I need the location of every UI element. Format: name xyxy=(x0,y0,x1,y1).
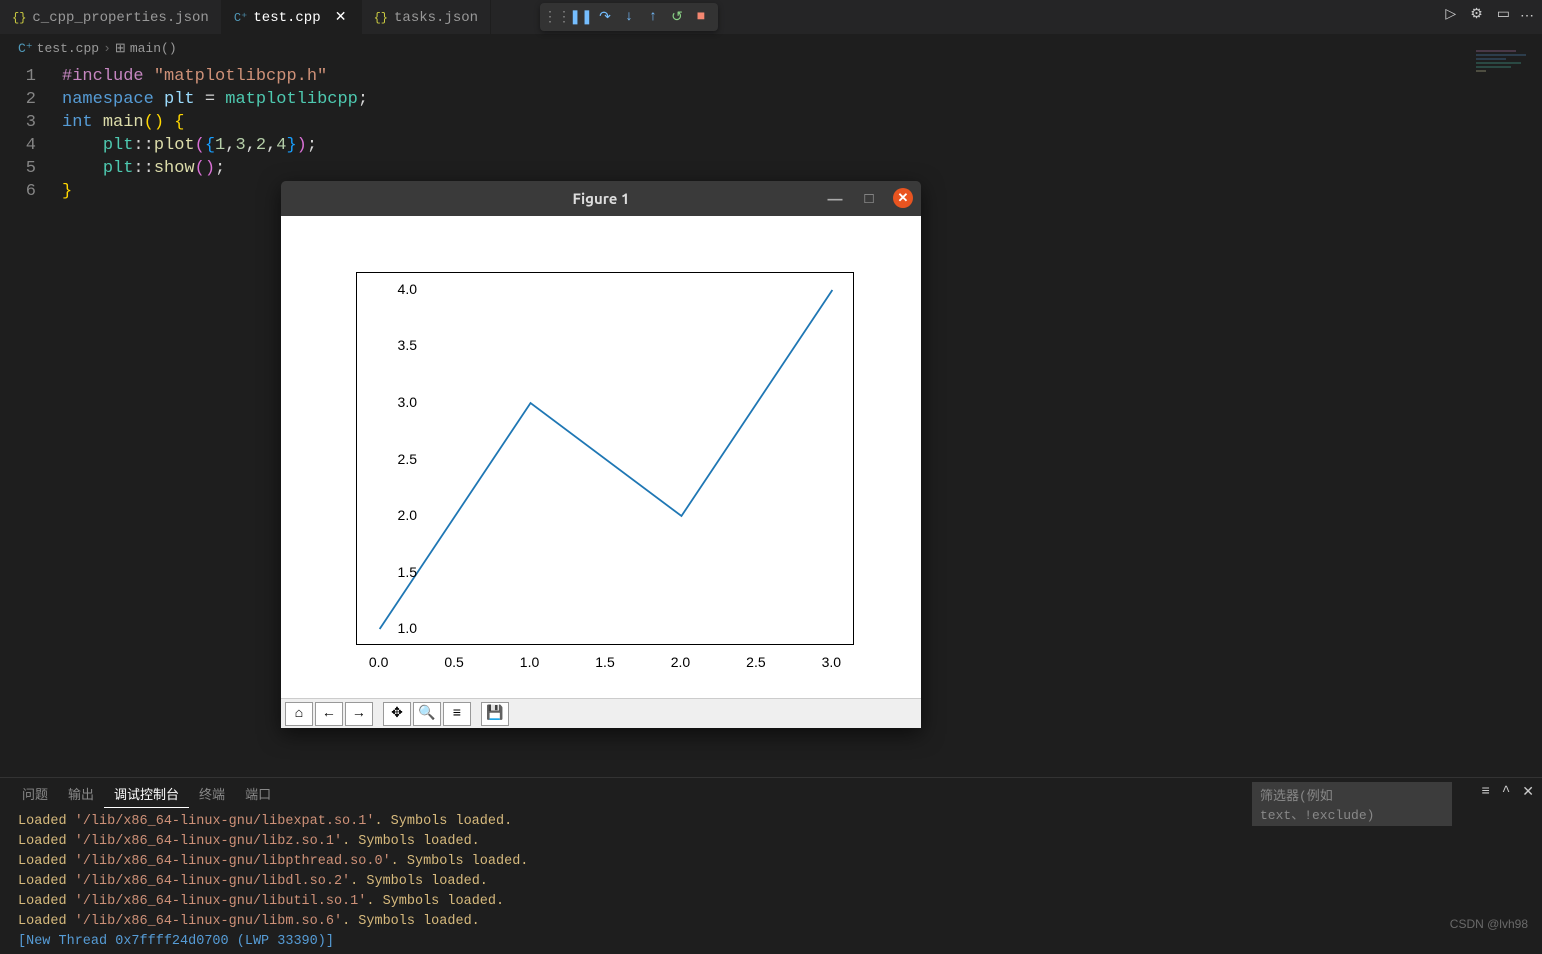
panel-tab[interactable]: 终端 xyxy=(189,780,235,808)
debug-drag-button[interactable]: ⋮⋮ xyxy=(546,6,568,28)
panel-tab[interactable]: 输出 xyxy=(58,780,104,808)
tab-label: test.cpp xyxy=(253,10,320,26)
debug-toolbar: ⋮⋮❚❚↷↓↑↺■ xyxy=(540,3,718,31)
code-line: 3int main() { xyxy=(0,111,1542,134)
gear-icon[interactable]: ⚙ xyxy=(1470,6,1483,23)
y-tick: 1.5 xyxy=(398,564,417,580)
tab-label: tasks.json xyxy=(394,10,478,26)
breadcrumb-symbol: main() xyxy=(130,41,177,56)
chevron-up-icon[interactable]: ^ xyxy=(1502,784,1510,801)
close-panel-icon[interactable]: ✕ xyxy=(1522,784,1534,801)
y-tick: 2.5 xyxy=(398,451,417,467)
y-tick: 3.0 xyxy=(398,394,417,410)
console-line: Loaded '/lib/x86_64-linux-gnu/libpthread… xyxy=(18,852,1524,872)
y-tick: 1.0 xyxy=(398,620,417,636)
debug-step-button[interactable]: ↷ xyxy=(594,6,616,28)
filter-input[interactable]: 筛选器(例如 text、!exclude) xyxy=(1252,782,1452,826)
code-line: 5 plt::show(); xyxy=(0,157,1542,180)
panel-tab[interactable]: 问题 xyxy=(12,780,58,808)
line-number: 3 xyxy=(0,111,62,134)
close-button[interactable]: ✕ xyxy=(893,188,913,208)
x-tick: 0.5 xyxy=(444,654,463,670)
x-tick: 2.5 xyxy=(746,654,765,670)
figure-titlebar[interactable]: Figure 1 — □ ✕ xyxy=(281,181,921,216)
bottom-panel: 问题输出调试控制台终端端口 筛选器(例如 text、!exclude) ≡ ^ … xyxy=(0,777,1542,937)
panel-tabs: 问题输出调试控制台终端端口 筛选器(例如 text、!exclude) ≡ ^ … xyxy=(0,778,1542,810)
line-number: 4 xyxy=(0,134,62,157)
run-icon[interactable]: ▷ xyxy=(1445,6,1456,23)
figure-toolbar: ⌂←→ ✥🔍≡ 💾 xyxy=(281,698,921,728)
chevron-right-icon: › xyxy=(103,41,111,56)
breadcrumb-file: test.cpp xyxy=(37,41,99,56)
figtool-save[interactable]: 💾 xyxy=(481,702,509,726)
maximize-button[interactable]: □ xyxy=(859,188,879,208)
file-icon: {} xyxy=(374,11,388,25)
debug-console[interactable]: Loaded '/lib/x86_64-linux-gnu/libexpat.s… xyxy=(0,810,1542,954)
x-tick: 3.0 xyxy=(822,654,841,670)
debug-step-button[interactable]: ↑ xyxy=(642,6,664,28)
figure-window: Figure 1 — □ ✕ 1.0 1.5 2.0 2.5 3.0 3.5 4.0 0.0… xyxy=(281,181,921,728)
editor-tabs: {} c_cpp_properties.json C⁺ test.cpp ✕ {} task… xyxy=(0,0,1542,35)
line-number: 6 xyxy=(0,180,62,203)
console-line: Loaded '/lib/x86_64-linux-gnu/libm.so.6'… xyxy=(18,912,1524,932)
clear-icon[interactable]: ≡ xyxy=(1481,784,1489,801)
console-line: Loaded '/lib/x86_64-linux-gnu/libdl.so.2… xyxy=(18,872,1524,892)
tab-c_cpp_properties-json[interactable]: {} c_cpp_properties.json xyxy=(0,0,222,35)
close-icon[interactable]: ✕ xyxy=(333,9,349,26)
console-line: Loaded '/lib/x86_64-linux-gnu/libz.so.1'… xyxy=(18,832,1524,852)
figtool-home[interactable]: ⌂ xyxy=(285,702,313,726)
debug-step-button[interactable]: ↓ xyxy=(618,6,640,28)
x-tick: 1.5 xyxy=(595,654,614,670)
y-tick: 3.5 xyxy=(398,337,417,353)
debug-restart-button[interactable]: ↺ xyxy=(666,6,688,28)
code-line: 1#include "matplotlibcpp.h" xyxy=(0,65,1542,88)
watermark: CSDN @lvh98 xyxy=(1450,917,1528,931)
line-number: 5 xyxy=(0,157,62,180)
line-number: 1 xyxy=(0,65,62,88)
figtool-configure[interactable]: ≡ xyxy=(443,702,471,726)
line-number: 2 xyxy=(0,88,62,111)
tab-tasks-json[interactable]: {} tasks.json xyxy=(362,0,491,35)
file-icon: {} xyxy=(12,11,26,25)
x-tick: 0.0 xyxy=(369,654,388,670)
panel-tab[interactable]: 端口 xyxy=(235,780,281,808)
minimize-button[interactable]: — xyxy=(825,188,845,208)
console-line: Loaded '/lib/x86_64-linux-gnu/libutil.so… xyxy=(18,892,1524,912)
figure-title: Figure 1 xyxy=(573,190,630,207)
x-tick: 2.0 xyxy=(671,654,690,670)
y-tick: 4.0 xyxy=(398,281,417,297)
figure-canvas: 1.0 1.5 2.0 2.5 3.0 3.5 4.0 0.0 0.5 1.0 1.5 2.0 2.5… xyxy=(281,216,921,698)
layout-icon[interactable]: ▭ xyxy=(1497,6,1510,23)
cpp-icon: C⁺ xyxy=(18,41,33,56)
minimap[interactable] xyxy=(1476,50,1536,80)
figtool-sep xyxy=(473,702,479,726)
console-line: [New Thread 0x7ffff24d0700 (LWP 33390)] xyxy=(18,932,1524,952)
tab-test-cpp[interactable]: C⁺ test.cpp ✕ xyxy=(222,0,362,35)
debug-pause-button[interactable]: ❚❚ xyxy=(570,6,592,28)
figtool-sep xyxy=(375,702,381,726)
figtool-forward[interactable]: → xyxy=(345,702,373,726)
more-icon[interactable]: ⋯ xyxy=(1520,8,1534,25)
figtool-pan[interactable]: ✥ xyxy=(383,702,411,726)
code-line: 2namespace plt = matplotlibcpp; xyxy=(0,88,1542,111)
panel-tab[interactable]: 调试控制台 xyxy=(104,780,189,808)
breadcrumb[interactable]: C⁺ test.cpp › ⊞ main() xyxy=(0,35,1542,61)
figtool-zoom[interactable]: 🔍 xyxy=(413,702,441,726)
debug-stop-button[interactable]: ■ xyxy=(690,6,712,28)
symbol-icon: ⊞ xyxy=(115,41,126,56)
y-tick: 2.0 xyxy=(398,507,417,523)
figtool-back[interactable]: ← xyxy=(315,702,343,726)
tab-label: c_cpp_properties.json xyxy=(32,10,208,26)
x-tick: 1.0 xyxy=(520,654,539,670)
code-line: 4 plt::plot({1,3,2,4}); xyxy=(0,134,1542,157)
file-icon: C⁺ xyxy=(234,10,248,25)
plot-area xyxy=(356,272,854,645)
